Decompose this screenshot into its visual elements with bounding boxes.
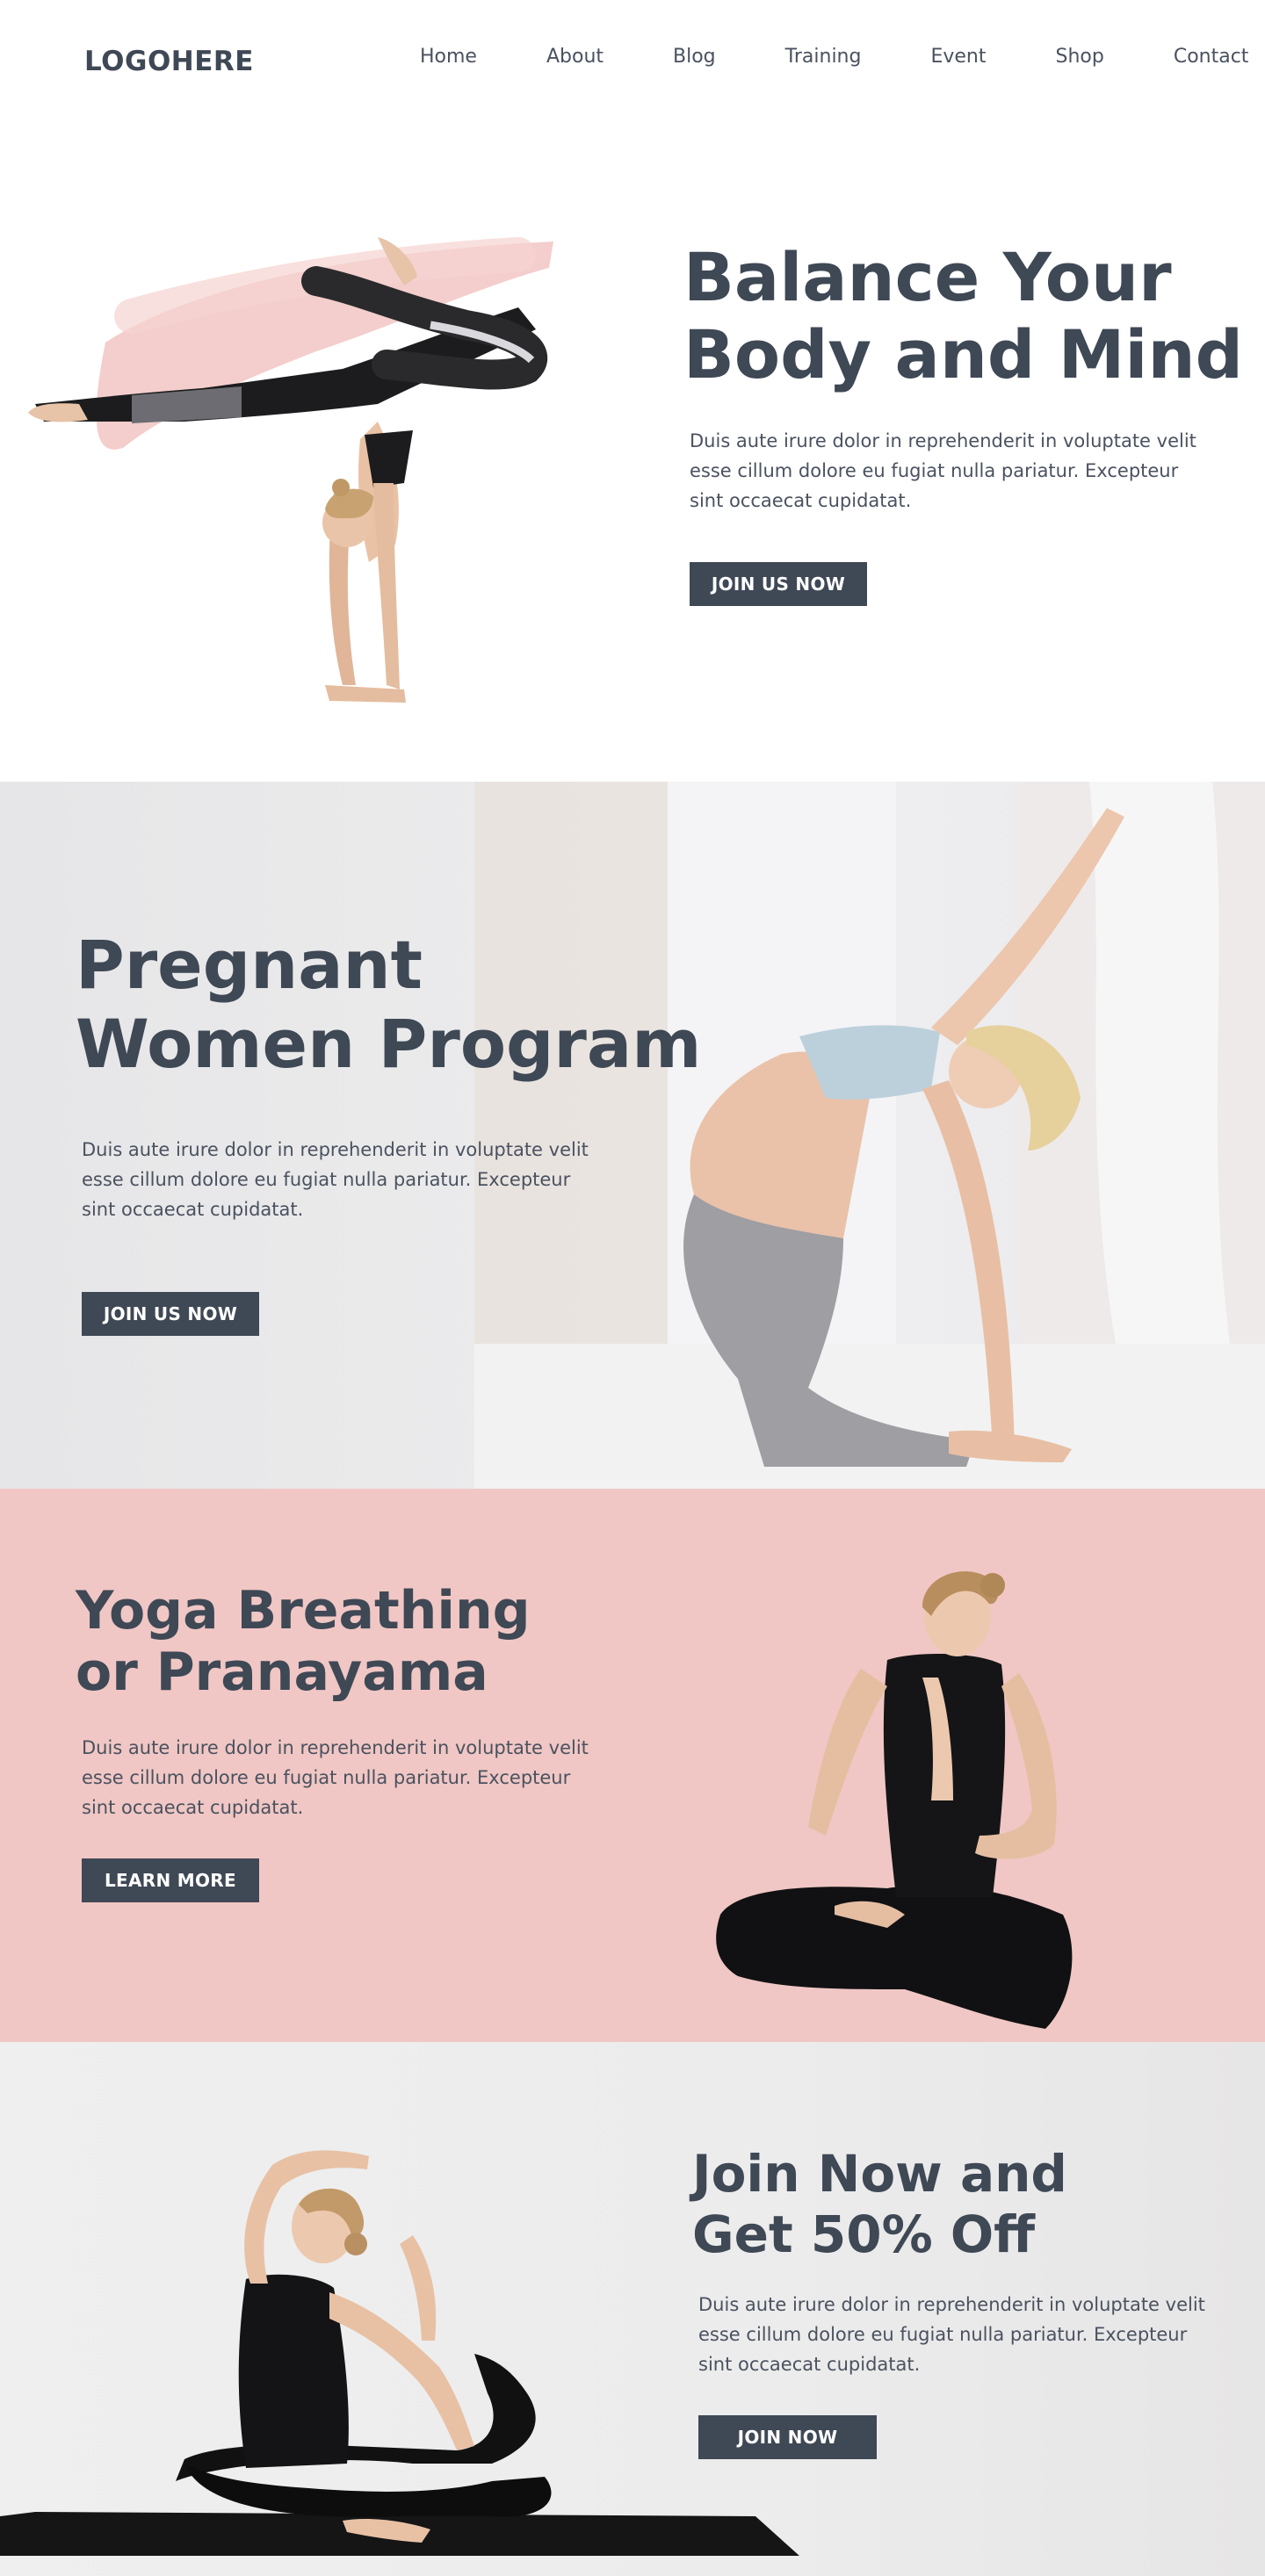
pregnant-yoga-photo	[474, 782, 1265, 1489]
join-title-line2: Get 50% Off	[692, 2204, 1036, 2264]
breathing-title-line1: Yoga Breathing	[76, 1580, 531, 1642]
nav-link-shop[interactable]: Shop	[1056, 46, 1104, 68]
nav-link-home[interactable]: Home	[420, 46, 477, 68]
nav-link-event[interactable]: Event	[930, 46, 986, 68]
hero-join-button[interactable]: JOIN US NOW	[690, 562, 867, 606]
nav-link-training[interactable]: Training	[785, 46, 862, 68]
main-menu: Home About Blog Training Event Shop Cont…	[420, 46, 1248, 68]
top-navbar: LOGOHERE Home About Blog Training Event …	[0, 0, 1265, 114]
logo[interactable]: LOGOHERE	[84, 46, 254, 77]
join-description: Duis aute irure dolor in reprehenderit i…	[698, 2294, 1205, 2375]
pregnant-title-line2: Women Program	[76, 1005, 702, 1083]
hero-description: Duis aute irure dolor in reprehenderit i…	[690, 430, 1196, 511]
pregnant-program-section: Pregnant Women Program Duis aute irure d…	[0, 782, 1265, 1489]
hero-title-line2: Body and Mind	[683, 315, 1243, 393]
breathing-title-line2: or Pranayama	[76, 1642, 488, 1703]
breathing-learn-more-button[interactable]: LEARN MORE	[82, 1858, 259, 1902]
nav-link-contact[interactable]: Contact	[1174, 46, 1249, 68]
join-title-line1: Join Now and	[692, 2144, 1067, 2204]
hero-section: Balance Your Body and Mind Duis aute iru…	[0, 114, 1265, 782]
nav-link-about[interactable]: About	[546, 46, 604, 68]
yoga-breathing-section: Yoga Breathing or Pranayama Duis aute ir…	[0, 1489, 1265, 2042]
join-now-button[interactable]: JOIN NOW	[698, 2415, 877, 2459]
join-offer-section: Join Now and Get 50% Off Duis aute irure…	[0, 2042, 1265, 2576]
hero-title-line1: Balance Your	[683, 238, 1172, 316]
pregnant-title-line1: Pregnant	[76, 926, 423, 1004]
nav-link-blog[interactable]: Blog	[673, 46, 716, 68]
handstand-yoga-photo	[28, 237, 553, 703]
pregnant-join-button[interactable]: JOIN US NOW	[82, 1292, 259, 1336]
meditation-yoga-photo	[716, 1571, 1073, 2029]
seated-yoga-photo	[0, 2150, 799, 2556]
pregnant-description: Duis aute irure dolor in reprehenderit i…	[82, 1139, 589, 1220]
breathing-description: Duis aute irure dolor in reprehenderit i…	[82, 1737, 589, 1818]
